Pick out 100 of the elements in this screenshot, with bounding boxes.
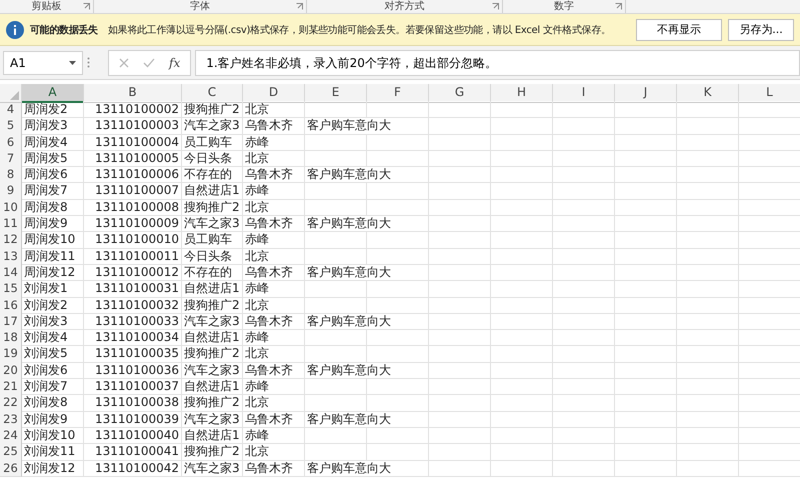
- row-header[interactable]: 13: [0, 248, 22, 265]
- table-cell: 刘润发3: [22, 312, 84, 330]
- table-cell: [305, 329, 367, 346]
- table-cell: [429, 166, 491, 184]
- table-cell: [615, 215, 677, 232]
- dialog-launcher-icon[interactable]: [492, 3, 499, 10]
- row-header[interactable]: 25: [0, 443, 22, 461]
- dialog-launcher-icon[interactable]: [296, 3, 303, 10]
- table-cell: [615, 231, 677, 249]
- table-cell: [677, 101, 739, 118]
- table-cell: 13110100002: [84, 101, 182, 118]
- column-header[interactable]: H: [491, 84, 553, 103]
- dots-icon: [87, 57, 90, 68]
- table-cell: 刘润发7: [22, 378, 84, 396]
- table-cell: 周润发2: [22, 101, 84, 118]
- table-cell: 周润发4: [22, 134, 84, 151]
- table-cell: 赤峰: [243, 280, 305, 298]
- table-cell: [677, 312, 739, 330]
- table-cell: 员工购车: [182, 231, 243, 249]
- table-cell: [305, 150, 367, 168]
- column-header[interactable]: I: [553, 84, 615, 103]
- column-header[interactable]: J: [615, 84, 677, 103]
- table-cell: [305, 134, 367, 151]
- table-cell: [491, 394, 553, 412]
- formula-input[interactable]: 1.客户姓名非必填，录入前20个字符，超出部分忽略。: [195, 50, 800, 76]
- table-cell: 刘润发8: [22, 394, 84, 412]
- table-cell: [491, 312, 553, 330]
- row-header[interactable]: 18: [0, 329, 22, 346]
- table-cell: 北京: [243, 150, 305, 168]
- table-cell: [677, 362, 739, 380]
- table-cell: [491, 264, 553, 282]
- table-cell: [553, 329, 615, 346]
- table-cell: 北京: [243, 296, 305, 314]
- table-cell: 赤峰: [243, 329, 305, 346]
- row-header[interactable]: 11: [0, 215, 22, 232]
- insert-function-button[interactable]: fx: [169, 56, 180, 70]
- dialog-launcher-icon[interactable]: [83, 3, 90, 10]
- table-cell: [429, 264, 491, 282]
- table-cell: [677, 166, 739, 184]
- save-as-button[interactable]: 另存为...: [728, 18, 794, 40]
- column-header[interactable]: B: [84, 84, 182, 103]
- row-header[interactable]: 5: [0, 117, 22, 135]
- table-cell: [615, 345, 677, 363]
- table-cell: [553, 101, 615, 118]
- table-cell: [677, 264, 739, 282]
- table-cell: 赤峰: [243, 134, 305, 151]
- table-cell: 北京: [243, 394, 305, 412]
- column-header[interactable]: F: [367, 84, 429, 103]
- row-header[interactable]: 23: [0, 410, 22, 428]
- name-box[interactable]: A1: [3, 50, 83, 74]
- table-cell: [429, 280, 491, 298]
- check-icon[interactable]: [143, 58, 155, 68]
- row-header[interactable]: 6: [0, 134, 22, 151]
- table-cell: [615, 134, 677, 151]
- column-header[interactable]: K: [677, 84, 739, 103]
- table-cell: [429, 460, 491, 477]
- table-cell: [305, 426, 367, 444]
- cancel-icon[interactable]: [119, 58, 129, 68]
- table-cell: 搜狗推广2: [182, 394, 243, 412]
- table-cell: [429, 296, 491, 314]
- column-header[interactable]: A: [22, 84, 84, 103]
- table-cell: [305, 296, 367, 314]
- column-header[interactable]: E: [305, 84, 367, 103]
- table-cell: [491, 460, 553, 477]
- dialog-launcher-icon[interactable]: [615, 3, 622, 10]
- table-cell: 13110100003: [84, 117, 182, 135]
- table-cell: [429, 150, 491, 168]
- dismiss-button[interactable]: 不再显示: [636, 18, 722, 40]
- table-cell: 周润发9: [22, 215, 84, 232]
- table-cell: [491, 410, 553, 428]
- column-header[interactable]: C: [182, 84, 243, 103]
- table-cell: [429, 117, 491, 135]
- table-cell: 不存在的: [182, 264, 243, 282]
- table-cell: [553, 264, 615, 282]
- table-cell: [491, 182, 553, 200]
- row-header[interactable]: 21: [0, 378, 22, 396]
- row-header[interactable]: 26: [0, 460, 22, 477]
- table-cell: 员工购车: [182, 134, 243, 151]
- table-cell: [491, 378, 553, 396]
- row-header[interactable]: 15: [0, 280, 22, 298]
- row-header[interactable]: 22: [0, 394, 22, 412]
- row-header[interactable]: 16: [0, 296, 22, 314]
- row-header[interactable]: 8: [0, 166, 22, 184]
- column-header[interactable]: L: [739, 84, 800, 103]
- table-cell: [677, 426, 739, 444]
- caret-icon[interactable]: [69, 60, 76, 64]
- table-cell: [677, 394, 739, 412]
- column-header[interactable]: D: [243, 84, 305, 103]
- row-header[interactable]: 19: [0, 345, 22, 363]
- row-header[interactable]: 12: [0, 231, 22, 249]
- table-cell: 客户购车意向大: [305, 264, 429, 282]
- column-header[interactable]: G: [429, 84, 491, 103]
- row-header[interactable]: 9: [0, 182, 22, 200]
- table-cell: [491, 329, 553, 346]
- table-cell: [305, 280, 367, 298]
- table-cell: [677, 134, 739, 151]
- table-cell: 北京: [243, 443, 305, 461]
- table-cell: 周润发10: [22, 231, 84, 249]
- table-cell: [367, 150, 429, 168]
- table-cell: 汽车之家3: [182, 410, 243, 428]
